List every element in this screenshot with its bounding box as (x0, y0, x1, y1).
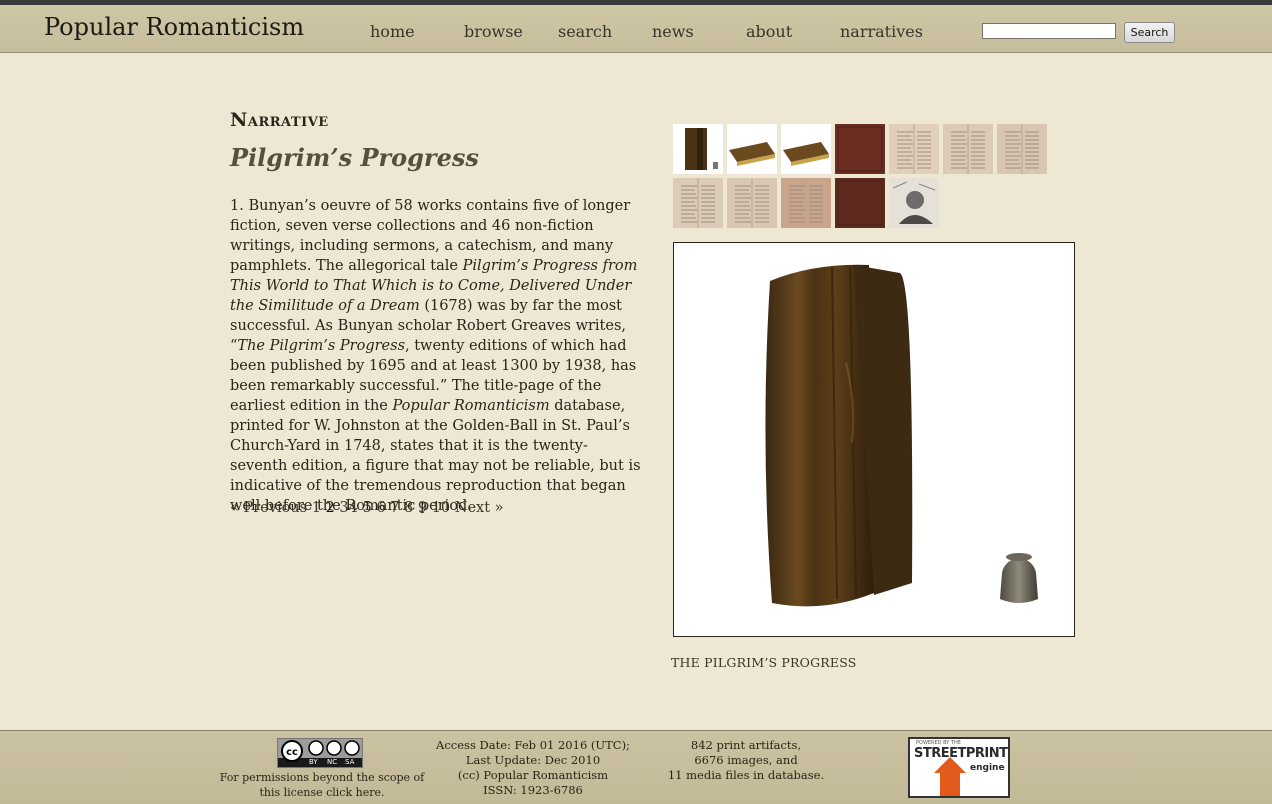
book-standing-thumbnail[interactable] (673, 124, 723, 174)
book-edge-thumbnail-image (783, 142, 829, 166)
book-edge-thumbnail[interactable] (781, 124, 831, 174)
engraving-thumbnail-image (889, 178, 939, 228)
image-caption: THE PILGRIM’S PROGRESS (671, 655, 857, 670)
back-cover-thumbnail-image (835, 178, 885, 228)
cc-by-label: BY (309, 758, 318, 766)
paragraph-run: database, printed for W. Johnston at the… (230, 398, 641, 514)
stats-images: 6676 images, and (694, 753, 798, 767)
end-page-thumbnail-image (781, 178, 831, 228)
cover-thumbnail-image (835, 124, 885, 174)
text-page-thumbnail[interactable] (943, 124, 993, 174)
pager-page-2-current: 2 (325, 500, 335, 516)
permissions-end: . (381, 786, 385, 799)
search-button[interactable]: Search (1124, 22, 1175, 43)
last-update: Last Update: Dec 2010 (465, 753, 601, 767)
nav-browse[interactable]: browse (464, 22, 523, 41)
access-date: Access Date: Feb 01 2016 (UTC); (436, 738, 630, 752)
narrative-title: Pilgrim’s Progress (230, 143, 479, 172)
copyright-line: (cc) Popular Romanticism (457, 768, 609, 782)
book-standing-thumbnail-image (685, 128, 718, 170)
issn: ISSN: 1923-6786 (483, 783, 583, 797)
spread-thumbnail[interactable] (727, 178, 777, 228)
streetprint-engine-word: engine (970, 763, 1005, 773)
pager-next[interactable]: Next » (455, 500, 504, 516)
streetprint-engine-logo[interactable]: POWERED BY THE STREETPRINT engine (908, 737, 1010, 798)
pager-page-5[interactable]: 5 (362, 500, 371, 516)
main-content: Narrative Pilgrim’s Progress 1. Bunyan’s… (0, 53, 1272, 730)
nav-news[interactable]: news (652, 22, 694, 41)
pager-page-1[interactable]: 1 (312, 500, 321, 516)
site-header: Popular Romanticism home browse search n… (0, 5, 1272, 53)
streetprint-wordmark: STREETPRINT (914, 746, 1008, 761)
nav-about[interactable]: about (746, 22, 792, 41)
title-page-thumbnail-image (889, 124, 939, 174)
nav-narratives[interactable]: narratives (840, 22, 923, 41)
site-footer: cc BY NC SA For permissions beyond the s… (0, 730, 1272, 804)
pager-page-10[interactable]: 10 (432, 500, 450, 516)
text-page-2-thumbnail-image (997, 124, 1047, 174)
illustrated-page-thumbnail[interactable] (673, 178, 723, 228)
section-kicker: Narrative (230, 109, 329, 131)
cover-thumbnail[interactable] (835, 124, 885, 174)
book-closed-thumbnail[interactable] (727, 124, 777, 174)
engraving-thumbnail[interactable] (889, 178, 939, 228)
search-input[interactable] (982, 23, 1116, 39)
spread-thumbnail-image (727, 178, 777, 228)
pagination: « Previous 1 2 34 5 6 7 8 9 10 Next » (230, 500, 504, 516)
cc-nc-label: NC (327, 758, 338, 766)
pager-page-4[interactable]: 4 (349, 500, 358, 516)
creative-commons-badge[interactable]: cc BY NC SA (277, 738, 363, 768)
pager-previous[interactable]: « Previous (230, 500, 307, 516)
pager-page-6[interactable]: 6 (376, 500, 385, 516)
text-page-thumbnail-image (943, 124, 993, 174)
database-stats: 842 print artifacts, 6676 images, and 11… (666, 738, 826, 783)
nav-home[interactable]: home (370, 22, 415, 41)
permissions-text: For permissions beyond the scope of this… (219, 771, 425, 799)
paragraph-run: The Pilgrim’s Progress (237, 338, 406, 354)
pager-page-8[interactable]: 8 (404, 500, 413, 516)
end-page-thumbnail[interactable] (781, 178, 831, 228)
narrative-paragraph: 1. Bunyan’s oeuvre of 58 works contains … (230, 196, 642, 516)
title-page-thumbnail[interactable] (889, 124, 939, 174)
back-cover-thumbnail[interactable] (835, 178, 885, 228)
permissions-link[interactable]: here (356, 786, 381, 799)
illustrated-page-thumbnail-image (673, 178, 723, 228)
book-closed-thumbnail-image (729, 142, 775, 166)
cc-sa-label: SA (345, 758, 355, 766)
stats-media: 11 media files in database. (667, 768, 825, 782)
nav-search[interactable]: search (558, 22, 612, 41)
stats-artifacts: 842 print artifacts, (690, 738, 802, 752)
book-photo-image (765, 264, 1038, 607)
site-metadata: Access Date: Feb 01 2016 (UTC); Last Upd… (426, 738, 640, 798)
main-artifact-image[interactable] (673, 242, 1075, 637)
svg-text:cc: cc (286, 747, 298, 758)
paragraph-run: Popular Romanticism (392, 398, 550, 414)
text-page-2-thumbnail[interactable] (997, 124, 1047, 174)
pager-page-7[interactable]: 7 (390, 500, 399, 516)
site-title[interactable]: Popular Romanticism (44, 13, 304, 41)
pager-page-3[interactable]: 3 (339, 500, 348, 516)
permissions-note: For permissions beyond the scope of this… (218, 770, 426, 800)
pager-page-9[interactable]: 9 (418, 500, 427, 516)
